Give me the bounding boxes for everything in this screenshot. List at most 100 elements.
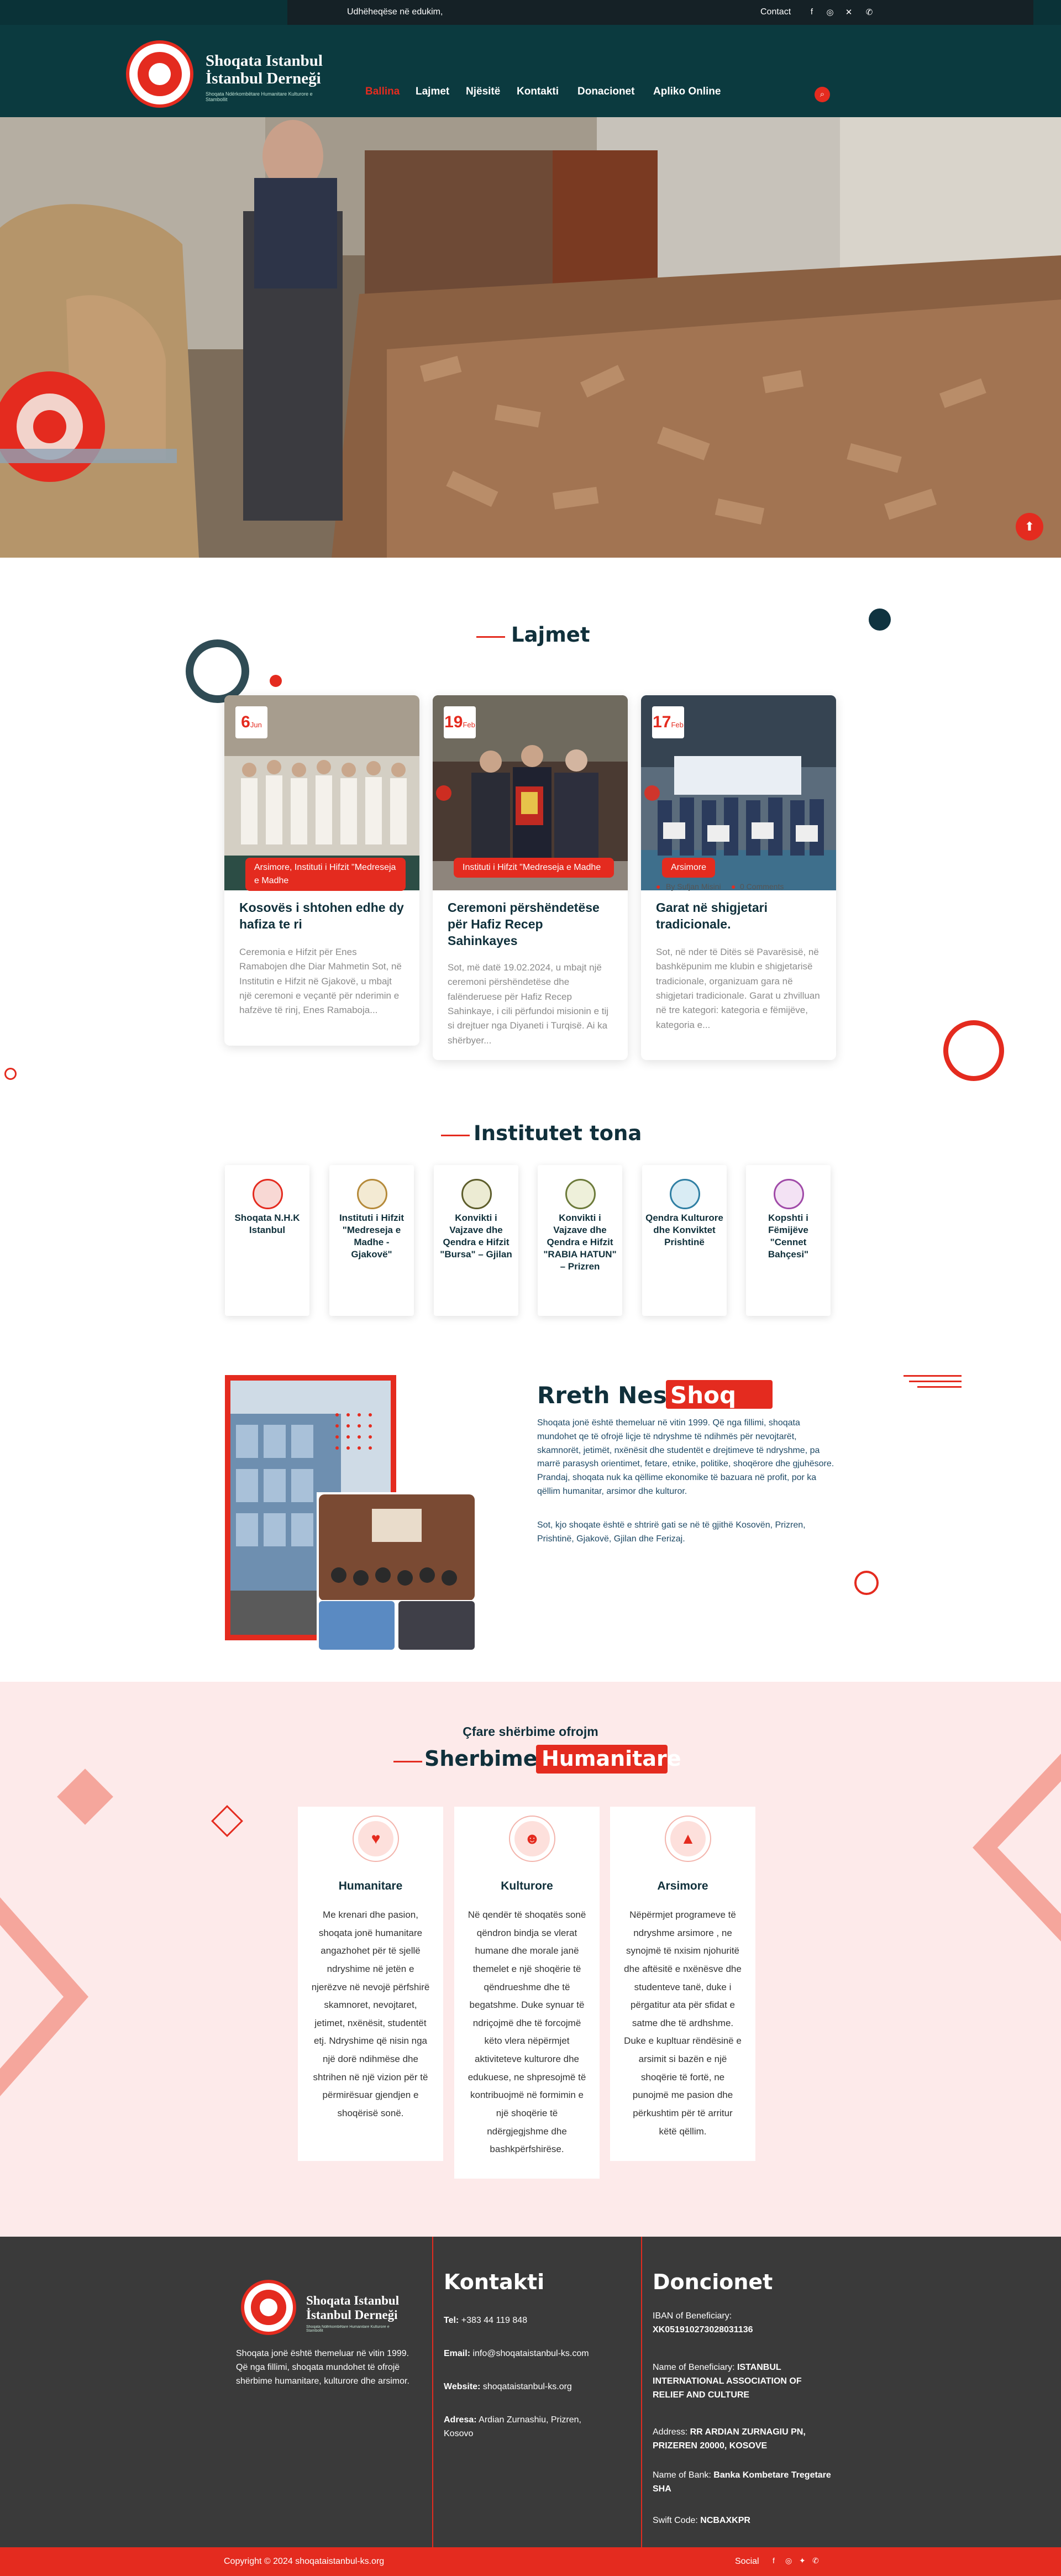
- footer-phone[interactable]: +383 44 119 848: [461, 2316, 527, 2325]
- people-icon: ☻: [514, 1821, 550, 1856]
- x-icon[interactable]: ✕: [844, 7, 854, 17]
- services-title-highlight-text: Humanitare: [542, 1746, 681, 1771]
- about-title: Rreth Nesh: [537, 1382, 684, 1409]
- decor-ring: [186, 639, 249, 703]
- logo-title-line1: Shoqata Istanbul: [206, 52, 323, 70]
- nav-lajmet[interactable]: Lajmet: [416, 86, 449, 98]
- service-title: Humanitare: [338, 1880, 403, 1892]
- iban-label: IBAN of Beneficiary:: [653, 2311, 732, 2321]
- twitter-icon[interactable]: ✦: [799, 2556, 806, 2565]
- date-day: 6: [241, 713, 250, 731]
- contact-link[interactable]: Contact: [760, 7, 791, 17]
- institute-name[interactable]: Qendra Kulturore dhe Konviktet Prishtinë: [645, 1212, 723, 1248]
- title-accent-line: [476, 636, 505, 638]
- institute-name[interactable]: Konvikti i Vajzave dhe Qendra e Hifzit "…: [541, 1212, 619, 1273]
- category-badge[interactable]: Arsimore: [662, 858, 716, 878]
- date-day: 19: [444, 713, 463, 731]
- service-text: Nëpërmjet programeve të ndryshme arsimor…: [624, 1909, 742, 2137]
- red-seal-icon: [253, 1179, 283, 1209]
- site-header: Shoqata Istanbul İstanbul Derneği Shoqat…: [0, 25, 1061, 117]
- footer-website[interactable]: shoqataistanbul-ks.org: [483, 2382, 572, 2391]
- title-accent-line: [441, 1135, 470, 1136]
- nav-apliko-online[interactable]: Apliko Online: [653, 86, 721, 98]
- whatsapp-icon[interactable]: ✆: [864, 7, 874, 17]
- nav-njesite[interactable]: Njësitë: [466, 86, 500, 98]
- institute-name[interactable]: Konvikti i Vajzave dhe Qendra e Hifzit "…: [437, 1212, 515, 1261]
- facebook-icon[interactable]: f: [807, 7, 817, 17]
- decor-dot: [869, 608, 891, 631]
- kindergarten-icon: [774, 1179, 804, 1209]
- institute-name[interactable]: Instituti i Hifzit "Medreseja e Madhe - …: [333, 1212, 411, 1261]
- news-card[interactable]: 6Jun Arsimore, Instituti i Hifzit "Medre…: [224, 695, 419, 1046]
- service-title: Arsimore: [657, 1880, 708, 1892]
- news-card-title[interactable]: Garat në shigjetari tradicionale.: [656, 900, 822, 933]
- search-icon[interactable]: ⌕: [815, 87, 830, 102]
- news-ticker[interactable]: Udhëheqëse në edukim,: [347, 7, 443, 17]
- slider-prev-icon[interactable]: [436, 785, 451, 801]
- slider-prev-icon[interactable]: [644, 785, 660, 801]
- footer-donation-title: Doncionet: [653, 2270, 773, 2294]
- donation-address-label: Address:: [653, 2427, 688, 2437]
- whatsapp-icon[interactable]: ✆: [812, 2556, 819, 2565]
- decor-ring: [4, 1068, 17, 1080]
- news-card[interactable]: 19Feb Instituti i Hifzit "Medreseja e Ma…: [433, 695, 628, 1060]
- about-paragraph-1: Shoqata jonë është themeluar në vitin 19…: [537, 1418, 834, 1496]
- footer-about-text: Shoqata jonë është themeluar në vitin 19…: [236, 2349, 409, 2386]
- about-title-highlight-text: Shoq: [670, 1382, 737, 1409]
- graduation-cap-icon: ▲: [670, 1821, 706, 1856]
- news-section-title: Lajmet: [511, 623, 590, 647]
- instagram-icon[interactable]: ◎: [785, 2556, 792, 2565]
- service-card: ♥ Humanitare Me krenari dhe pasion, shoq…: [298, 1807, 443, 2161]
- facebook-icon[interactable]: f: [773, 2556, 775, 2565]
- institute-card[interactable]: Shoqata N.H.K Istanbul: [225, 1165, 309, 1316]
- footer-iban: XK051910273028031136: [653, 2325, 753, 2334]
- nav-kontakti[interactable]: Kontakti: [517, 86, 559, 98]
- copyright-text: Copyright © 2024 shoqataistanbul-ks.org: [224, 2557, 385, 2566]
- services-subtitle: Çfare shërbime ofrojm: [463, 1724, 598, 1739]
- service-title: Kulturore: [501, 1880, 553, 1892]
- services-title: Sherbimet: [424, 1746, 548, 1771]
- rabia-seal-icon: [565, 1179, 596, 1209]
- author-icon: ●: [656, 882, 661, 891]
- decor-line: [909, 1381, 962, 1382]
- hero-image: [0, 117, 1061, 558]
- copyright-bar: Copyright © 2024 shoqataistanbul-ks.org …: [0, 2547, 1061, 2576]
- news-card[interactable]: 17Feb Arsimore ● By Sufjan Misini ● 0 Co…: [641, 695, 836, 1060]
- institute-card[interactable]: Konvikti i Vajzave dhe Qendra e Hifzit "…: [538, 1165, 622, 1316]
- logo-emblem-icon: [126, 40, 193, 108]
- date-day: 17: [653, 713, 671, 731]
- news-card-excerpt: Sot, më datë 19.02.2024, u mbajt një cer…: [448, 962, 609, 1046]
- post-author[interactable]: By Sufjan Misini: [666, 882, 721, 891]
- footer-logo[interactable]: Shoqata Istanbul İstanbul Derneği Shoqat…: [239, 2275, 405, 2336]
- news-card-title[interactable]: Kosovës i shtohen edhe dy hafiza te ri: [239, 900, 405, 933]
- news-card-excerpt: Ceremonia e Hifzit për Enes Ramabojen dh…: [239, 947, 402, 1016]
- news-card-title[interactable]: Ceremoni përshëndetëse për Hafiz Recep S…: [448, 900, 613, 949]
- date-month: Feb: [463, 721, 475, 729]
- institute-name[interactable]: Kopshti i Fëmijëve "Cennet Bahçesi": [749, 1212, 827, 1261]
- institute-card[interactable]: Kopshti i Fëmijëve "Cennet Bahçesi": [746, 1165, 831, 1316]
- instagram-icon[interactable]: ◎: [825, 7, 835, 17]
- category-badge[interactable]: Arsimore, Instituti i Hifzit "Medreseja …: [245, 858, 406, 891]
- service-icon-ring: ▲: [665, 1816, 711, 1862]
- news-card-excerpt: Sot, në nder të Ditës së Pavarësisë, në …: [656, 947, 820, 1030]
- date-badge: 6Jun: [235, 706, 267, 738]
- institute-card[interactable]: Konvikti i Vajzave dhe Qendra e Hifzit "…: [434, 1165, 518, 1316]
- cultural-seal-icon: [670, 1179, 700, 1209]
- about-gallery-photos: [317, 1600, 477, 1651]
- nav-ballina[interactable]: Ballina: [365, 86, 400, 98]
- footer-swift: NCBAXKPR: [700, 2516, 750, 2525]
- category-badge[interactable]: Instituti i Hifzit "Medreseja e Madhe: [454, 858, 614, 878]
- service-text: Me krenari dhe pasion, shoqata jonë huma…: [311, 1909, 430, 2118]
- nav-donacionet[interactable]: Donacionet: [577, 86, 634, 98]
- scroll-to-top-arrow-icon[interactable]: ⬆: [1016, 513, 1043, 541]
- tel-label: Tel:: [444, 2316, 459, 2325]
- institute-card[interactable]: Instituti i Hifzit "Medreseja e Madhe - …: [329, 1165, 414, 1316]
- post-comments[interactable]: 0 Comments: [740, 882, 784, 891]
- decor-line: [904, 1375, 962, 1377]
- site-logo[interactable]: Shoqata Istanbul İstanbul Derneği Shoqat…: [124, 37, 334, 109]
- footer-email[interactable]: info@shoqataistanbul-ks.com: [472, 2349, 589, 2358]
- institute-card[interactable]: Qendra Kulturore dhe Konviktet Prishtinë: [642, 1165, 727, 1316]
- institute-name[interactable]: Shoqata N.H.K Istanbul: [228, 1212, 306, 1236]
- footer-divider: [641, 2237, 642, 2547]
- swift-label: Swift Code:: [653, 2516, 698, 2525]
